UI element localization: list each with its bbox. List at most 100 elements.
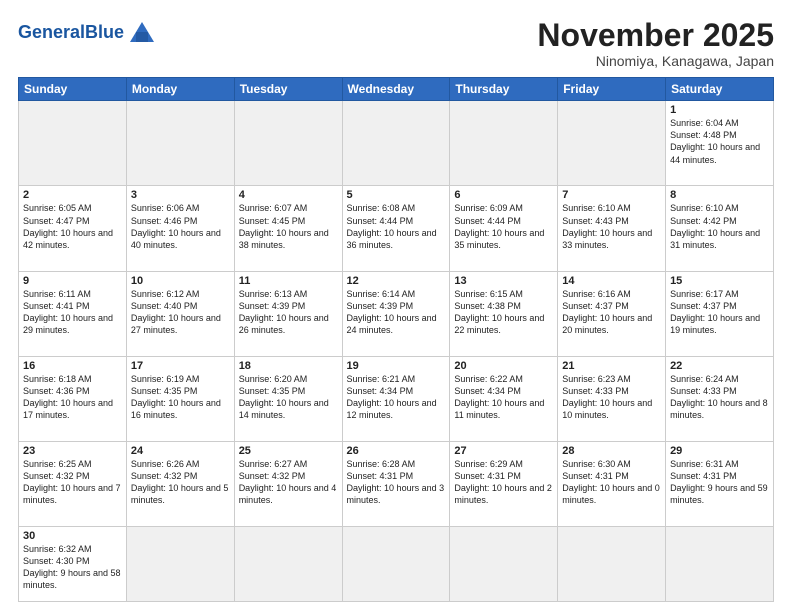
calendar-cell <box>126 527 234 602</box>
day-number: 21 <box>562 360 661 372</box>
day-info: Sunrise: 6:15 AM Sunset: 4:38 PM Dayligh… <box>454 288 553 337</box>
day-info: Sunrise: 6:17 AM Sunset: 4:37 PM Dayligh… <box>670 288 769 337</box>
day-number: 20 <box>454 360 553 372</box>
day-info: Sunrise: 6:13 AM Sunset: 4:39 PM Dayligh… <box>239 288 338 337</box>
day-number: 3 <box>131 189 230 201</box>
day-number: 12 <box>347 275 446 287</box>
calendar-cell: 13Sunrise: 6:15 AM Sunset: 4:38 PM Dayli… <box>450 271 558 356</box>
calendar-cell: 27Sunrise: 6:29 AM Sunset: 4:31 PM Dayli… <box>450 441 558 526</box>
calendar-cell <box>342 527 450 602</box>
logo-general: General <box>18 22 85 42</box>
day-header-thursday: Thursday <box>450 78 558 101</box>
day-info: Sunrise: 6:30 AM Sunset: 4:31 PM Dayligh… <box>562 458 661 507</box>
calendar-cell <box>666 527 774 602</box>
day-number: 13 <box>454 275 553 287</box>
calendar-cell <box>558 527 666 602</box>
calendar-cell: 22Sunrise: 6:24 AM Sunset: 4:33 PM Dayli… <box>666 356 774 441</box>
day-info: Sunrise: 6:10 AM Sunset: 4:43 PM Dayligh… <box>562 202 661 251</box>
calendar-cell: 18Sunrise: 6:20 AM Sunset: 4:35 PM Dayli… <box>234 356 342 441</box>
calendar-cell: 16Sunrise: 6:18 AM Sunset: 4:36 PM Dayli… <box>19 356 127 441</box>
calendar-cell: 20Sunrise: 6:22 AM Sunset: 4:34 PM Dayli… <box>450 356 558 441</box>
calendar-cell <box>450 527 558 602</box>
calendar-cell: 6Sunrise: 6:09 AM Sunset: 4:44 PM Daylig… <box>450 186 558 271</box>
day-number: 26 <box>347 445 446 457</box>
day-header-sunday: Sunday <box>19 78 127 101</box>
day-number: 8 <box>670 189 769 201</box>
location-subtitle: Ninomiya, Kanagawa, Japan <box>537 53 774 69</box>
calendar-cell: 26Sunrise: 6:28 AM Sunset: 4:31 PM Dayli… <box>342 441 450 526</box>
logo-text: GeneralBlue <box>18 22 124 43</box>
day-number: 7 <box>562 189 661 201</box>
day-number: 16 <box>23 360 122 372</box>
day-info: Sunrise: 6:28 AM Sunset: 4:31 PM Dayligh… <box>347 458 446 507</box>
day-info: Sunrise: 6:32 AM Sunset: 4:30 PM Dayligh… <box>23 543 122 592</box>
calendar-cell <box>342 101 450 186</box>
calendar-cell: 21Sunrise: 6:23 AM Sunset: 4:33 PM Dayli… <box>558 356 666 441</box>
day-header-wednesday: Wednesday <box>342 78 450 101</box>
day-number: 5 <box>347 189 446 201</box>
day-info: Sunrise: 6:08 AM Sunset: 4:44 PM Dayligh… <box>347 202 446 251</box>
month-title: November 2025 <box>537 18 774 53</box>
day-number: 27 <box>454 445 553 457</box>
day-number: 17 <box>131 360 230 372</box>
logo-icon <box>126 18 158 46</box>
calendar-cell: 30Sunrise: 6:32 AM Sunset: 4:30 PM Dayli… <box>19 527 127 602</box>
day-header-saturday: Saturday <box>666 78 774 101</box>
calendar-cell: 8Sunrise: 6:10 AM Sunset: 4:42 PM Daylig… <box>666 186 774 271</box>
page-header: GeneralBlue November 2025 Ninomiya, Kana… <box>18 18 774 69</box>
calendar-cell: 3Sunrise: 6:06 AM Sunset: 4:46 PM Daylig… <box>126 186 234 271</box>
day-info: Sunrise: 6:19 AM Sunset: 4:35 PM Dayligh… <box>131 373 230 422</box>
day-header-monday: Monday <box>126 78 234 101</box>
day-number: 2 <box>23 189 122 201</box>
day-number: 19 <box>347 360 446 372</box>
day-info: Sunrise: 6:12 AM Sunset: 4:40 PM Dayligh… <box>131 288 230 337</box>
calendar-cell: 5Sunrise: 6:08 AM Sunset: 4:44 PM Daylig… <box>342 186 450 271</box>
day-number: 10 <box>131 275 230 287</box>
day-info: Sunrise: 6:27 AM Sunset: 4:32 PM Dayligh… <box>239 458 338 507</box>
day-info: Sunrise: 6:11 AM Sunset: 4:41 PM Dayligh… <box>23 288 122 337</box>
calendar-table: SundayMondayTuesdayWednesdayThursdayFrid… <box>18 77 774 602</box>
day-number: 30 <box>23 530 122 542</box>
calendar-cell <box>450 101 558 186</box>
day-number: 4 <box>239 189 338 201</box>
calendar-cell <box>19 101 127 186</box>
day-number: 14 <box>562 275 661 287</box>
calendar-cell <box>126 101 234 186</box>
day-info: Sunrise: 6:04 AM Sunset: 4:48 PM Dayligh… <box>670 117 769 166</box>
calendar-cell <box>234 101 342 186</box>
day-number: 6 <box>454 189 553 201</box>
day-number: 29 <box>670 445 769 457</box>
calendar-cell: 4Sunrise: 6:07 AM Sunset: 4:45 PM Daylig… <box>234 186 342 271</box>
day-number: 25 <box>239 445 338 457</box>
calendar-cell: 11Sunrise: 6:13 AM Sunset: 4:39 PM Dayli… <box>234 271 342 356</box>
calendar-cell: 24Sunrise: 6:26 AM Sunset: 4:32 PM Dayli… <box>126 441 234 526</box>
day-info: Sunrise: 6:05 AM Sunset: 4:47 PM Dayligh… <box>23 202 122 251</box>
calendar-cell: 17Sunrise: 6:19 AM Sunset: 4:35 PM Dayli… <box>126 356 234 441</box>
calendar-cell: 15Sunrise: 6:17 AM Sunset: 4:37 PM Dayli… <box>666 271 774 356</box>
calendar-cell: 1Sunrise: 6:04 AM Sunset: 4:48 PM Daylig… <box>666 101 774 186</box>
logo: GeneralBlue <box>18 18 158 46</box>
day-number: 22 <box>670 360 769 372</box>
calendar-cell: 7Sunrise: 6:10 AM Sunset: 4:43 PM Daylig… <box>558 186 666 271</box>
calendar-cell: 14Sunrise: 6:16 AM Sunset: 4:37 PM Dayli… <box>558 271 666 356</box>
day-info: Sunrise: 6:10 AM Sunset: 4:42 PM Dayligh… <box>670 202 769 251</box>
title-block: November 2025 Ninomiya, Kanagawa, Japan <box>537 18 774 69</box>
calendar-cell: 25Sunrise: 6:27 AM Sunset: 4:32 PM Dayli… <box>234 441 342 526</box>
day-info: Sunrise: 6:26 AM Sunset: 4:32 PM Dayligh… <box>131 458 230 507</box>
day-info: Sunrise: 6:20 AM Sunset: 4:35 PM Dayligh… <box>239 373 338 422</box>
day-info: Sunrise: 6:09 AM Sunset: 4:44 PM Dayligh… <box>454 202 553 251</box>
day-info: Sunrise: 6:31 AM Sunset: 4:31 PM Dayligh… <box>670 458 769 507</box>
day-number: 15 <box>670 275 769 287</box>
day-number: 23 <box>23 445 122 457</box>
day-info: Sunrise: 6:25 AM Sunset: 4:32 PM Dayligh… <box>23 458 122 507</box>
day-info: Sunrise: 6:22 AM Sunset: 4:34 PM Dayligh… <box>454 373 553 422</box>
day-number: 28 <box>562 445 661 457</box>
day-info: Sunrise: 6:24 AM Sunset: 4:33 PM Dayligh… <box>670 373 769 422</box>
day-info: Sunrise: 6:14 AM Sunset: 4:39 PM Dayligh… <box>347 288 446 337</box>
day-number: 24 <box>131 445 230 457</box>
day-info: Sunrise: 6:16 AM Sunset: 4:37 PM Dayligh… <box>562 288 661 337</box>
calendar-cell: 28Sunrise: 6:30 AM Sunset: 4:31 PM Dayli… <box>558 441 666 526</box>
day-header-tuesday: Tuesday <box>234 78 342 101</box>
day-header-friday: Friday <box>558 78 666 101</box>
day-info: Sunrise: 6:18 AM Sunset: 4:36 PM Dayligh… <box>23 373 122 422</box>
